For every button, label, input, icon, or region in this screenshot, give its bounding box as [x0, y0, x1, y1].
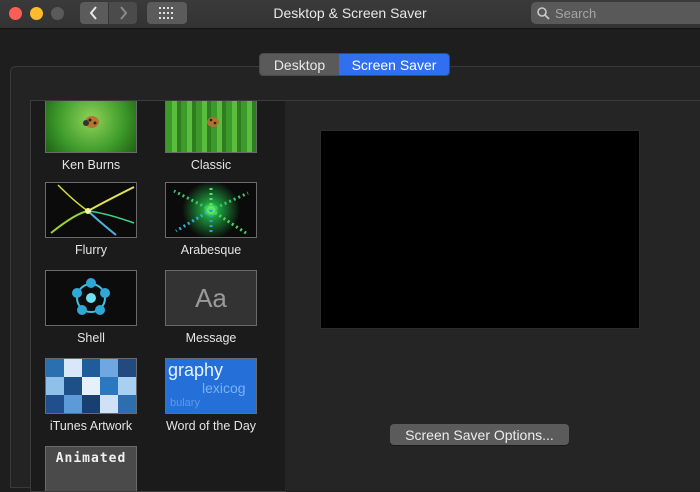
screen-saver-options-button[interactable]: Screen Saver Options... — [390, 424, 569, 445]
search-field[interactable]: Search — [531, 2, 700, 24]
tab-screen-saver[interactable]: Screen Saver — [339, 54, 449, 75]
saver-item-itunes-artwork[interactable]: iTunes Artwork — [36, 358, 146, 433]
search-placeholder: Search — [555, 5, 597, 21]
saver-item-arabesque[interactable]: Arabesque — [156, 182, 266, 257]
word-graphy: graphy — [168, 360, 224, 380]
shell-flower-image — [45, 270, 137, 326]
saver-label: Classic — [190, 158, 232, 172]
saver-label: Flurry — [75, 243, 107, 257]
aa-text-image: Aa — [165, 270, 257, 326]
saver-item-flurry[interactable]: Flurry — [36, 182, 146, 257]
saver-label: Message — [185, 331, 237, 345]
word-bulary: bulary — [170, 397, 200, 409]
saver-item-shell[interactable]: Shell — [36, 270, 146, 345]
tab-desktop[interactable]: Desktop — [260, 54, 339, 75]
saver-label: Arabesque — [180, 243, 242, 257]
title-bar: Desktop & Screen Saver Search — [0, 0, 700, 29]
arabesque-dots-image — [165, 182, 257, 238]
saver-item-word-of-the-day[interactable]: graphy lexicog bulary Word of the Day — [156, 358, 266, 433]
word-lexicog: lexicog — [202, 380, 246, 396]
saver-item-animated-gif[interactable]: Animated — [36, 446, 146, 491]
tab-control: Desktop Screen Saver — [259, 53, 450, 76]
album-grid-image — [45, 358, 137, 414]
saver-label: Word of the Day — [165, 419, 257, 433]
search-icon — [537, 6, 550, 20]
saver-item-ken-burns[interactable]: Ken Burns — [36, 101, 146, 172]
screen-saver-preview — [320, 130, 640, 329]
saver-item-message[interactable]: Aa Message — [156, 270, 266, 345]
animated-gif-image: Animated — [45, 446, 137, 491]
animated-text: Animated — [55, 451, 127, 466]
flurry-streaks-image — [45, 182, 137, 238]
ladybug-leaf-image — [45, 101, 137, 153]
aa-text: Aa — [195, 282, 227, 313]
ladybug-leaf-image — [165, 101, 257, 153]
word-cloud-image: graphy lexicog bulary — [165, 358, 257, 414]
saver-label: Shell — [77, 331, 105, 345]
saver-label: Ken Burns — [61, 158, 121, 172]
saver-item-classic[interactable]: Classic — [156, 101, 266, 172]
saver-label: iTunes Artwork — [49, 419, 133, 433]
screen-saver-list[interactable]: Ken Burns Classic Flurry Arabesque Shell… — [30, 100, 286, 492]
